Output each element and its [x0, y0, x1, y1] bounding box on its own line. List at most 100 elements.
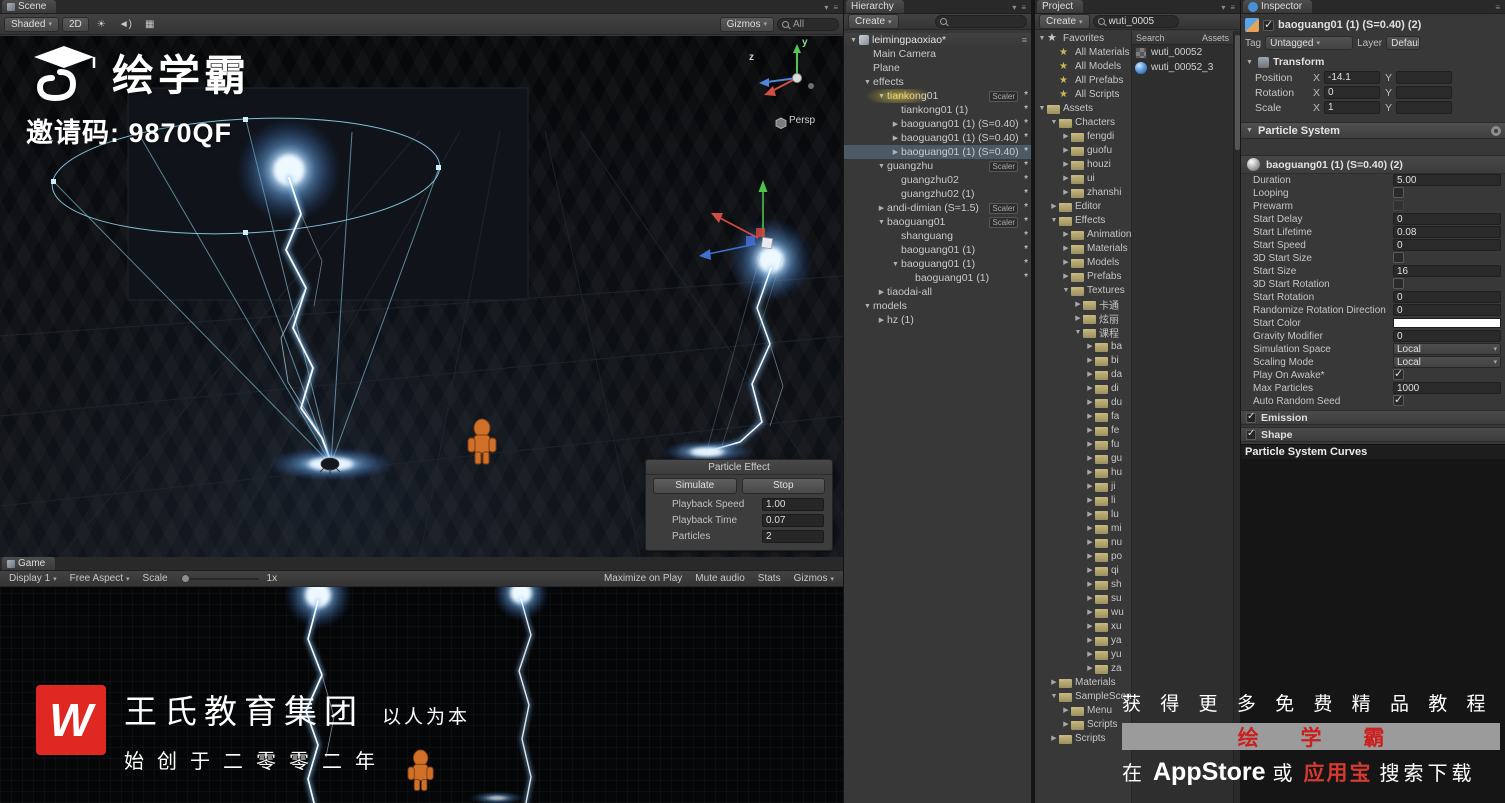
- property-field[interactable]: 0: [1393, 213, 1501, 225]
- hierarchy-create-button[interactable]: Create ▾: [848, 14, 899, 29]
- foldout-arrow[interactable]: ▶: [1085, 342, 1095, 350]
- foldout-arrow[interactable]: ▼: [1049, 217, 1059, 224]
- aspect-dropdown[interactable]: Free Aspect ▾: [65, 571, 135, 586]
- foldout-arrow[interactable]: ▶: [1085, 412, 1095, 420]
- scrollbar-thumb[interactable]: [1235, 35, 1240, 150]
- gizmos-dropdown[interactable]: Gizmos ▾: [719, 16, 774, 32]
- project-folder-row[interactable]: ▶ ji: [1035, 479, 1131, 493]
- foldout-arrow[interactable]: ▼: [848, 37, 859, 44]
- game-viewport[interactable]: W 王氏教育集团 以人为本 始创于二零零二年: [0, 587, 843, 803]
- hierarchy-item[interactable]: ▼ models * ≡: [844, 299, 1031, 313]
- scale-slider[interactable]: [180, 573, 259, 583]
- foldout-arrow[interactable]: ▶: [1061, 230, 1071, 238]
- menu-icon[interactable]: ≡: [1021, 3, 1026, 12]
- stats-toggle[interactable]: Stats: [753, 571, 786, 586]
- hierarchy-item[interactable]: ▶ hz (1) * ≡: [844, 313, 1031, 327]
- foldout-arrow[interactable]: ▶: [1085, 468, 1095, 476]
- scene-search[interactable]: All: [777, 17, 839, 31]
- project-folder-row[interactable]: ▶ po: [1035, 549, 1131, 563]
- foldout-arrow[interactable]: ▶: [890, 148, 901, 156]
- project-folder-row[interactable]: ▶ Scripts: [1035, 731, 1131, 745]
- foldout-arrow[interactable]: ▶: [1073, 300, 1083, 308]
- foldout-arrow[interactable]: ▼: [1061, 287, 1071, 294]
- project-folder-row[interactable]: ▶ lu: [1035, 507, 1131, 521]
- project-folder-row[interactable]: ▶ 卡通: [1035, 297, 1131, 311]
- project-folder-row[interactable]: ▶ ui: [1035, 171, 1131, 185]
- foldout-arrow[interactable]: ▼: [1073, 329, 1083, 336]
- foldout-arrow[interactable]: ▶: [1085, 440, 1095, 448]
- project-folder-row[interactable]: ▶ gu: [1035, 451, 1131, 465]
- project-folder-row[interactable]: ▶ Animations: [1035, 227, 1131, 241]
- hierarchy-item[interactable]: ▶ tiaodai-all * ≡: [844, 285, 1031, 299]
- axis-y-label[interactable]: y: [802, 37, 808, 48]
- project-folder-row[interactable]: ▶ fengdi: [1035, 129, 1131, 143]
- lighting-toggle-icon[interactable]: ☀: [92, 14, 111, 34]
- project-folder-row[interactable]: ▼ 课程: [1035, 325, 1131, 339]
- search-scope-label[interactable]: Search: [1136, 33, 1165, 43]
- property-field[interactable]: 0: [1393, 304, 1501, 316]
- property-checkbox[interactable]: [1393, 252, 1404, 263]
- foldout-arrow[interactable]: ▼: [862, 303, 873, 310]
- project-folder-row[interactable]: ▶ di: [1035, 381, 1131, 395]
- particle-module-header[interactable]: baoguang01 (1) (S=0.40) (2): [1241, 156, 1505, 174]
- tab-hierarchy[interactable]: Hierarchy: [846, 0, 904, 13]
- tab-scene[interactable]: Scene: [2, 0, 57, 13]
- audio-toggle-icon[interactable]: ◄): [114, 14, 137, 34]
- property-checkbox[interactable]: [1393, 200, 1404, 211]
- project-folder-row[interactable]: ▼ Favorites: [1035, 31, 1131, 45]
- foldout-arrow[interactable]: ▶: [1085, 482, 1095, 490]
- foldout-arrow[interactable]: ▶: [1061, 146, 1071, 154]
- foldout-arrow[interactable]: ▼: [876, 163, 887, 170]
- hierarchy-item[interactable]: guangzhu02 (1) * ≡: [844, 187, 1031, 201]
- project-folder-row[interactable]: ▶ hu: [1035, 465, 1131, 479]
- project-scrollbar[interactable]: [1233, 31, 1240, 803]
- foldout-arrow[interactable]: ▶: [876, 204, 887, 212]
- project-folder-row[interactable]: ▶ bi: [1035, 353, 1131, 367]
- foldout-arrow[interactable]: ▶: [890, 134, 901, 142]
- project-folder-row[interactable]: ▶ qi: [1035, 563, 1131, 577]
- property-field[interactable]: 0.08: [1393, 226, 1501, 238]
- tab-game[interactable]: Game: [2, 557, 56, 570]
- foldout-arrow[interactable]: ▼: [1245, 59, 1254, 66]
- search-assets-tab[interactable]: Assets: [1202, 33, 1229, 43]
- menu-icon[interactable]: ≡: [833, 3, 838, 12]
- project-folder-row[interactable]: ▶ mi: [1035, 521, 1131, 535]
- mute-audio-toggle[interactable]: Mute audio: [690, 571, 749, 586]
- project-folder-row[interactable]: All Models: [1035, 59, 1131, 73]
- project-folder-row[interactable]: ▶ zhanshi: [1035, 185, 1131, 199]
- project-folder-row[interactable]: ▶ Editor: [1035, 199, 1131, 213]
- project-search[interactable]: [1092, 15, 1179, 28]
- foldout-arrow[interactable]: ▶: [1085, 664, 1095, 672]
- foldout-arrow[interactable]: ▶: [1061, 720, 1071, 728]
- project-folder-row[interactable]: ▼ Chacters: [1035, 115, 1131, 129]
- foldout-arrow[interactable]: ▶: [1085, 594, 1095, 602]
- project-folder-row[interactable]: ▼ Effects: [1035, 213, 1131, 227]
- hierarchy-item[interactable]: ▼ tiankong01 Scaler * ≡: [844, 89, 1031, 103]
- project-folder-row[interactable]: ▼ SampleScenes: [1035, 689, 1131, 703]
- foldout-arrow[interactable]: ▶: [1085, 398, 1095, 406]
- foldout-arrow[interactable]: ▶: [1085, 356, 1095, 364]
- particle-panel-value-field[interactable]: 2: [762, 529, 824, 543]
- foldout-arrow[interactable]: ▼: [1049, 693, 1059, 700]
- foldout-arrow[interactable]: ▶: [1085, 622, 1095, 630]
- foldout-arrow[interactable]: ▶: [876, 316, 887, 324]
- foldout-arrow[interactable]: ▶: [1085, 580, 1095, 588]
- property-checkbox[interactable]: [1393, 393, 1404, 406]
- property-field[interactable]: 16: [1393, 265, 1501, 277]
- foldout-arrow[interactable]: ▼: [876, 93, 887, 100]
- property-checkbox[interactable]: [1393, 367, 1404, 380]
- project-folder-row[interactable]: ▶ Models: [1035, 255, 1131, 269]
- property-field[interactable]: 0: [1393, 239, 1501, 251]
- project-folder-row[interactable]: ▶ da: [1035, 367, 1131, 381]
- dropdown-icon[interactable]: ▾: [1221, 3, 1225, 12]
- menu-icon[interactable]: ≡: [1495, 3, 1500, 12]
- hierarchy-item[interactable]: Plane * ≡: [844, 61, 1031, 75]
- ps-module-bar[interactable]: Shape: [1241, 427, 1505, 442]
- tab-inspector[interactable]: Inspector: [1243, 0, 1313, 13]
- tab-project[interactable]: Project: [1037, 0, 1084, 13]
- scene-menu-icon[interactable]: ≡: [1022, 35, 1031, 45]
- property-dropdown[interactable]: Local ▾: [1393, 356, 1501, 368]
- foldout-arrow[interactable]: ▼: [1049, 119, 1059, 126]
- project-folder-row[interactable]: ▶ fe: [1035, 423, 1131, 437]
- project-folder-row[interactable]: All Prefabs: [1035, 73, 1131, 87]
